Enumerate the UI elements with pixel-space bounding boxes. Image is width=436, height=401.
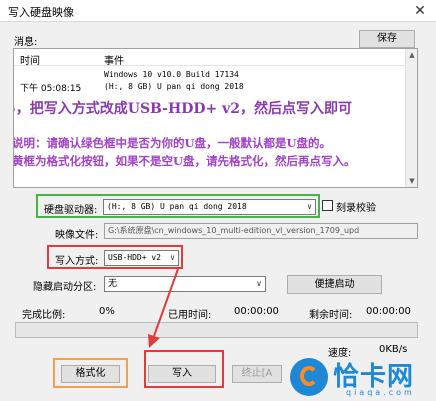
- chevron-down-icon: ∨: [256, 279, 262, 288]
- step-instruction: 5，把写入方式改成USB-HDD+ v2，然后点写入即可: [13, 101, 352, 117]
- list-scrollbar[interactable]: ▲ ▼: [405, 49, 417, 187]
- header-divider: [14, 65, 417, 66]
- progress-bar: [15, 322, 418, 338]
- drive-label: 硬盘驱动器:: [44, 205, 98, 216]
- remaining-label: 剩余时间:: [309, 310, 353, 321]
- brand-logo-icon: [290, 358, 328, 396]
- chevron-down-icon: ∨: [307, 202, 312, 211]
- hidden-partition-value: 无: [108, 279, 118, 289]
- title-bar: 写入硬盘映像 ✕: [0, 0, 436, 22]
- write-mode-label: 写入方式:: [55, 256, 99, 267]
- drive-select-value: (H:, 8 GB) U pan qi dong 2018: [107, 202, 247, 211]
- hidden-partition-select[interactable]: 无 ∨: [104, 276, 266, 292]
- image-file-label: 映像文件:: [55, 230, 99, 241]
- format-button[interactable]: 格式化: [61, 365, 120, 383]
- window-title: 写入硬盘映像: [8, 6, 74, 19]
- remaining-value: 00:00:00: [366, 306, 411, 317]
- verify-label: 刻录校验: [336, 203, 376, 214]
- event-windows-version: Windows 10 v10.0 Build 17134: [104, 70, 239, 79]
- chevron-down-icon: ∨: [170, 253, 175, 262]
- message-list[interactable]: 时间 事件 Windows 10 v10.0 Build 17134 下午 05…: [13, 48, 418, 188]
- stop-button: 终止[A: [232, 365, 282, 383]
- elapsed-label: 已用时间:: [168, 310, 212, 321]
- progress-label: 完成比例:: [22, 310, 66, 321]
- image-file-path[interactable]: G:\系统原盘\cn_windows_10_multi-edition_vl_v…: [104, 223, 418, 239]
- save-button[interactable]: 保存: [359, 30, 415, 48]
- brand-url: qiaqa.com: [346, 388, 415, 397]
- convenient-boot-button[interactable]: 便捷启动: [287, 275, 382, 294]
- elapsed-value: 00:00:00: [234, 306, 279, 317]
- messages-label: 消息:: [14, 37, 38, 48]
- write-mode-select[interactable]: USB-HDD+ v2 ∨: [104, 250, 179, 266]
- write-mode-value: USB-HDD+ v2: [108, 253, 161, 262]
- close-icon[interactable]: ✕: [410, 1, 430, 21]
- progress-value: 0%: [99, 306, 115, 317]
- event-drive-info: (H:, 8 GB) U pan qi dong 2018: [104, 82, 244, 91]
- write-button[interactable]: 写入: [148, 365, 216, 383]
- scroll-down-icon[interactable]: ▼: [406, 175, 417, 187]
- drive-select[interactable]: (H:, 8 GB) U pan qi dong 2018 ∨: [103, 199, 316, 215]
- scroll-up-icon[interactable]: ▲: [406, 49, 417, 61]
- hidden-partition-label: 隐藏启动分区:: [33, 282, 97, 293]
- speed-value: 0KB/s: [379, 344, 408, 355]
- note-yellow-box: 黄框为格式化按钮，如果不是空U盘，请先格式化，然后再点写入。: [13, 154, 356, 168]
- verify-checkbox[interactable]: [322, 200, 333, 211]
- event-time: 下午 05:08:15: [20, 84, 82, 94]
- note-green-box: 说明：请确认绿色框中是否为你的U盘，一般默认都是U盘的。: [13, 136, 332, 150]
